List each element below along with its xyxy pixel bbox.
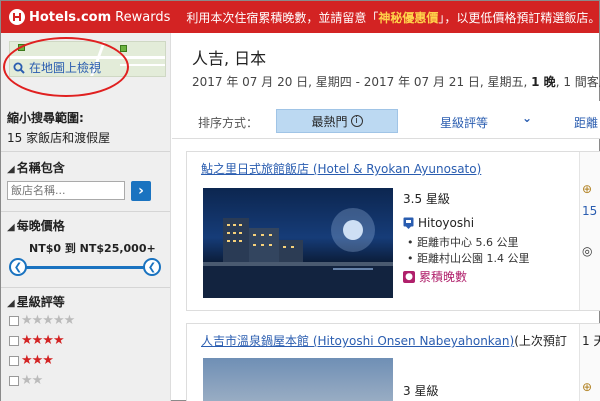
sort-star-rating-tab[interactable]: 星級評等 <box>440 114 488 131</box>
divider <box>1 287 170 288</box>
results-main: 人吉, 日本 2017 年 07 月 20 日, 星期四 - 2017 年 07… <box>172 33 600 401</box>
hotel-card: 人吉市溫泉鍋屋本館 (Hitoyoshi Onsen Nabeyahonkan)… <box>186 323 600 401</box>
chevron-down-icon[interactable]: ⌄ <box>522 111 532 125</box>
star-filter-5[interactable]: ★★★★★ <box>9 313 75 328</box>
hotel-name-input[interactable] <box>7 181 125 200</box>
map-marker-icon <box>18 44 25 51</box>
chevron-left-icon: ❮ <box>13 261 23 273</box>
sort-label: 排序方式： <box>198 116 259 130</box>
view-on-map-label: 在地圖上檢視 <box>29 61 102 75</box>
hotel-photo[interactable] <box>203 188 393 298</box>
sort-distance-tab[interactable]: 距離 <box>574 114 598 131</box>
earn-nights: ● 累積晚數 <box>403 268 467 285</box>
filter-sidebar: 在地圖上檢視 縮小搜尋範圍: 15 家飯店和渡假屋 ◢名稱包含 › ◢每晚價格 … <box>1 33 171 401</box>
collapse-triangle-icon: ◢ <box>7 164 15 175</box>
five-star-grey-icon: ★★★★★ <box>21 313 75 328</box>
checkbox[interactable] <box>9 315 19 326</box>
hotel-location: Hitoyoshi <box>403 216 474 230</box>
distance-center: • 距離市中心 5.6 公里 <box>407 236 519 249</box>
hotels-logo-icon <box>9 9 25 25</box>
divider <box>1 211 170 212</box>
star-filter-2[interactable]: ★★ <box>9 373 43 388</box>
rewards-icon: ● <box>403 270 415 283</box>
top-banner: Hotels.com Rewards 利用本次住宿累積晚數，並請留意「神秘優惠價… <box>1 1 600 33</box>
promo-highlight: 神秘優惠價 <box>378 10 439 25</box>
hotel-rating: 3.5 星級 <box>403 192 450 206</box>
price-filter-title[interactable]: ◢ 每晚價格 <box>7 217 65 234</box>
eye-icon: ◎ <box>582 244 593 258</box>
checkbox[interactable] <box>9 335 19 346</box>
search-icon <box>13 62 25 74</box>
discount-badge-icon: ⊕ <box>582 380 593 394</box>
name-search-button[interactable]: › <box>131 181 151 201</box>
distance-park: • 距離村山公園 1.4 公里 <box>407 252 530 265</box>
divider <box>1 151 170 152</box>
hotel-card: 鮎之里日式旅館飯店 (Hotel & Ryokan Ayunosato) 3.5… <box>186 151 600 311</box>
star-filter-4[interactable]: ★★★★ <box>9 333 65 348</box>
checkbox[interactable] <box>9 375 19 386</box>
name-filter-title[interactable]: ◢ 名稱包含 <box>7 159 65 176</box>
brand-name: Hotels.com <box>29 9 112 25</box>
four-star-icon: ★★★★ <box>21 333 65 348</box>
collapse-triangle-icon: ◢ <box>7 298 15 309</box>
brand-logo[interactable]: Hotels.com Rewards <box>1 9 170 25</box>
price-range-text: NT$0 到 NT$25,000+ <box>29 242 156 255</box>
info-icon: i <box>350 115 363 127</box>
nights-count: 1 晚 <box>531 75 556 89</box>
narrow-search-title: 縮小搜尋範圍: <box>7 111 84 125</box>
price-snippet[interactable]: 15 <box>582 204 597 218</box>
price-slider-min-handle[interactable]: ❮ <box>9 258 27 276</box>
hotel-name-link[interactable]: 鮎之里日式旅館飯店 (Hotel & Ryokan Ayunosato) <box>201 160 481 177</box>
view-on-map-link[interactable]: 在地圖上檢視 <box>13 59 101 76</box>
location-title: 人吉, 日本 <box>192 49 267 68</box>
hotel-name-link[interactable]: 人吉市溫泉鍋屋本館 (Hitoyoshi Onsen Nabeyahonkan)… <box>201 332 567 349</box>
sort-bar: 排序方式： 最熱門 i 星級評等 ⌄ 距離 <box>172 101 600 139</box>
last-booked-prefix: (上次預訂 <box>514 334 567 348</box>
star-filter-3[interactable]: ★★★ <box>9 353 54 368</box>
hotel-photo[interactable] <box>203 358 393 401</box>
three-star-icon: ★★★ <box>21 353 54 368</box>
two-star-grey-icon: ★★ <box>21 373 43 388</box>
hotel-rating: 3 星級 <box>403 384 439 398</box>
sort-popular-tab[interactable]: 最熱門 i <box>276 109 398 133</box>
price-slider-max-handle[interactable]: ❮ <box>143 258 161 276</box>
promo-text: 利用本次住宿累積晚數，並請留意「神秘優惠價」，以更低價格預訂精選飯店。 <box>186 10 600 25</box>
map-marker-icon <box>120 45 127 52</box>
star-filter-title[interactable]: ◢ 星級評等 <box>7 293 65 310</box>
brand-rewards: Rewards <box>115 9 171 25</box>
location-badge-icon <box>403 217 414 229</box>
price-panel: 1 天前 ⊕ <box>579 324 600 401</box>
checkbox[interactable] <box>9 355 19 366</box>
price-panel: ⊕ 15 ◎ <box>579 152 600 310</box>
results-count: 15 家飯店和渡假屋 <box>7 131 111 145</box>
collapse-triangle-icon: ◢ <box>7 222 15 233</box>
stay-dates: 2017 年 07 月 20 日, 星期四 - 2017 年 07 月 21 日… <box>192 75 600 89</box>
discount-badge-icon: ⊕ <box>582 182 593 196</box>
chevron-right-icon: › <box>138 183 144 199</box>
last-booked-time: 1 天前 <box>582 334 600 348</box>
chevron-left-icon: ❮ <box>147 261 157 273</box>
price-slider-track[interactable] <box>17 266 153 269</box>
